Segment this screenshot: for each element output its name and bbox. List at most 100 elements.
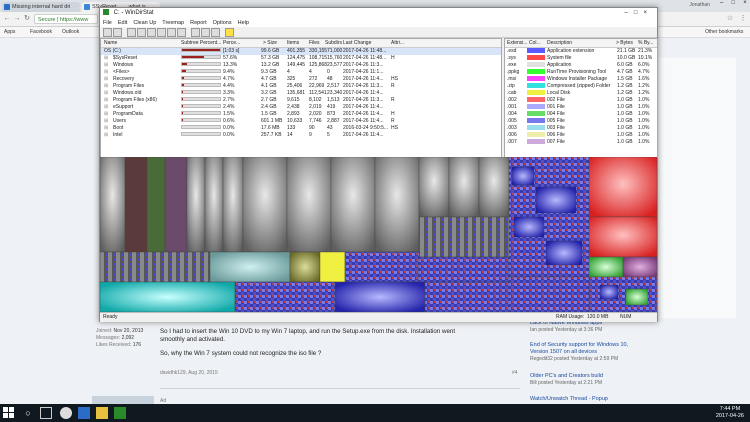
col-subdirs[interactable]: Subdirs <box>325 39 342 47</box>
ext-row[interactable]: .007 007 File 1.0 GB 1.0% <box>505 139 657 146</box>
menu-help[interactable]: Help <box>238 20 249 26</box>
file-explorer-icon[interactable] <box>96 407 108 419</box>
expand-icon[interactable]: ⊞ <box>104 104 108 111</box>
tree-row[interactable]: OS (C:) [1:03 s] 99.6 GB 401,355 330,155 71,0… <box>101 48 501 55</box>
start-icon[interactable] <box>3 407 14 418</box>
close-icon[interactable]: × <box>740 0 750 6</box>
ext-row[interactable]: .004 004 File 1.0 GB 1.0% <box>505 111 657 118</box>
edge-icon[interactable] <box>78 407 90 419</box>
zoom-out-icon[interactable] <box>201 28 210 37</box>
zoom-in-icon[interactable] <box>191 28 200 37</box>
ext-row[interactable]: .exe Application 6.0 GB 6.0% <box>505 62 657 69</box>
post-author-date[interactable]: davidhk129, Aug 20, 2015 <box>160 370 218 377</box>
maximize-icon[interactable]: □ <box>728 0 738 6</box>
chrome-icon[interactable] <box>60 407 72 419</box>
tree-row[interactable]: ⊞ Recovery 4.7% 4.7 GB 325 272 48 2017-04-26 11… <box>101 76 501 83</box>
other-bookmarks[interactable]: Other bookmarks <box>705 28 743 36</box>
tree-row[interactable]: ⊞ <Files> 9.4% 9.3 GB 4 4 0 2017-04-26 11:1... <box>101 69 501 76</box>
sidebar-thread[interactable]: Watch/Unwatch Thread - Popup <box>530 396 645 403</box>
address-bar[interactable]: Secure | https://www <box>34 14 98 24</box>
col-name[interactable]: Name <box>104 39 117 47</box>
task-view-icon[interactable] <box>40 407 52 419</box>
ext-row[interactable]: .sys System file 10.0 GB 10.1% <box>505 55 657 62</box>
col-size[interactable]: > Size <box>263 39 277 47</box>
expand-icon[interactable]: ⊞ <box>104 132 108 139</box>
open-icon[interactable] <box>103 28 112 37</box>
col-subtree[interactable]: Subtree Percent... <box>181 39 221 47</box>
tree-row[interactable]: ⊞ $SysReset 57.6% 57.3 GB 124,475 108,715 15,7… <box>101 55 501 62</box>
expand-icon[interactable]: ⊞ <box>104 118 108 125</box>
thread-title[interactable]: End of Security support for Windows 10, … <box>530 342 645 356</box>
expand-icon[interactable]: ⊞ <box>104 90 108 97</box>
recycle-icon[interactable] <box>157 28 166 37</box>
expand-icon[interactable]: ⊞ <box>104 111 108 118</box>
ext-row[interactable]: .cab Local Disk 1.2 GB 1.2% <box>505 90 657 97</box>
reload-icon[interactable]: ↻ <box>22 14 32 24</box>
select-parent-icon[interactable] <box>211 28 220 37</box>
treemap-graphic[interactable] <box>100 157 657 312</box>
col-last-change[interactable]: Last Change <box>343 39 371 47</box>
delete-icon[interactable] <box>167 28 176 37</box>
ext-row[interactable]: .zip Compressed (zipped) Folder 1.2 GB 1.2% <box>505 83 657 90</box>
tree-row[interactable]: ⊞ Windows 13.3% 13.2 GB 149,445 125,868 23,577… <box>101 62 501 69</box>
menu-edit[interactable]: Edit <box>118 20 127 26</box>
expand-icon[interactable]: ⊞ <box>104 55 108 62</box>
sidebar-thread[interactable]: Older PC's and Creators build Bill poste… <box>530 373 645 387</box>
ext-row[interactable]: .esd Application extension 21.1 GB 21.3% <box>505 48 657 55</box>
col-percent-bytes[interactable]: % By... <box>638 39 653 47</box>
tree-row[interactable]: ⊞ Intel 0.0% 257.7 KB 14 9 5 2017-04-26 11:4... <box>101 132 501 139</box>
copy-path-icon[interactable] <box>127 28 136 37</box>
ext-row[interactable]: .003 003 File 1.0 GB 1.0% <box>505 125 657 132</box>
wds-window-controls[interactable]: –□× <box>625 8 653 19</box>
bookmark-outlook[interactable]: Outlook <box>62 28 79 36</box>
clock[interactable]: 7:44 PM 2017-04-26 <box>716 406 744 420</box>
col-description[interactable]: Description <box>547 39 572 47</box>
ext-row[interactable]: .006 006 File 1.0 GB 1.0% <box>505 132 657 139</box>
ext-row[interactable]: .ppkg RunTime Provisioning Tool 4.7 GB 4.7% <box>505 69 657 76</box>
col-bytes[interactable]: > Bytes <box>616 39 633 47</box>
windirstat-taskbar-icon[interactable] <box>114 407 126 419</box>
search-icon[interactable]: ○ <box>22 407 34 419</box>
expand-icon[interactable]: ⊞ <box>104 83 108 90</box>
cmd-icon[interactable] <box>147 28 156 37</box>
refresh-icon[interactable] <box>113 28 122 37</box>
treemap[interactable] <box>100 157 657 312</box>
ext-row[interactable]: .002 002 File 1.0 GB 1.0% <box>505 97 657 104</box>
bookmark-apps[interactable]: Apps <box>4 28 15 36</box>
minimize-icon[interactable]: – <box>717 0 727 6</box>
col-items[interactable]: Items <box>287 39 299 47</box>
explorer-icon[interactable] <box>137 28 146 37</box>
tree-row[interactable]: ⊞ Windows.old 3.3% 3.2 GB 135,681 112,541 23,3… <box>101 90 501 97</box>
col-attributes[interactable]: Attri... <box>391 39 404 47</box>
expand-icon[interactable]: ⊞ <box>104 125 108 132</box>
sidebar-thread[interactable]: End of Security support for Windows 10, … <box>530 342 645 363</box>
col-files[interactable]: Files <box>309 39 320 47</box>
ad-banner[interactable] <box>92 396 154 404</box>
tree-row[interactable]: ⊞ Program Files 4.4% 4.1 GB 25,406 22,969 2,51… <box>101 83 501 90</box>
menu-options[interactable]: Options <box>213 20 232 26</box>
menu-treemap[interactable]: Treemap <box>162 20 184 26</box>
tree-row[interactable]: ⊞ ProgramData 1.5% 1.5 GB 2,893 2,020 873 2017-… <box>101 111 501 118</box>
ext-row[interactable]: .001 001 File 1.0 GB 1.0% <box>505 104 657 111</box>
menu-file[interactable]: File <box>103 20 112 26</box>
col-color[interactable]: Col... <box>529 39 541 47</box>
tab-missing-hard-drive[interactable]: Missing internal hard dri <box>2 2 80 12</box>
expand-icon[interactable]: ⊞ <box>104 97 108 104</box>
menu-icon[interactable]: ⋮ <box>738 14 748 24</box>
tree-row[interactable]: ⊞ Program Files (x86) 2.7% 2.7 GB 9,615 8,102… <box>101 97 501 104</box>
back-icon[interactable]: ← <box>2 14 12 24</box>
expand-icon[interactable]: ⊞ <box>104 69 108 76</box>
properties-icon[interactable] <box>177 28 186 37</box>
tree-row[interactable]: ⊞ eSupport 2.4% 2.4 GB 2,438 2,019 419 2017-04-… <box>101 104 501 111</box>
menu-clean-up[interactable]: Clean Up <box>133 20 156 26</box>
col-percent[interactable]: Perce... <box>223 39 240 47</box>
ext-row[interactable]: .005 005 File 1.0 GB 1.0% <box>505 118 657 125</box>
thread-title[interactable]: Watch/Unwatch Thread - Popup <box>530 396 645 403</box>
forward-icon[interactable]: → <box>12 14 22 24</box>
expand-icon[interactable]: ⊞ <box>104 62 108 69</box>
help-icon[interactable] <box>225 28 234 37</box>
tree-row[interactable]: ⊞ Boot 0.0% 17.6 MB 133 90 43 2016-03-24 9:50:5… <box>101 125 501 132</box>
expand-icon[interactable]: ⊞ <box>104 76 108 83</box>
ext-row[interactable]: .msi Windows Installer Package 1.5 GB 1.6% <box>505 76 657 83</box>
menu-report[interactable]: Report <box>190 20 207 26</box>
